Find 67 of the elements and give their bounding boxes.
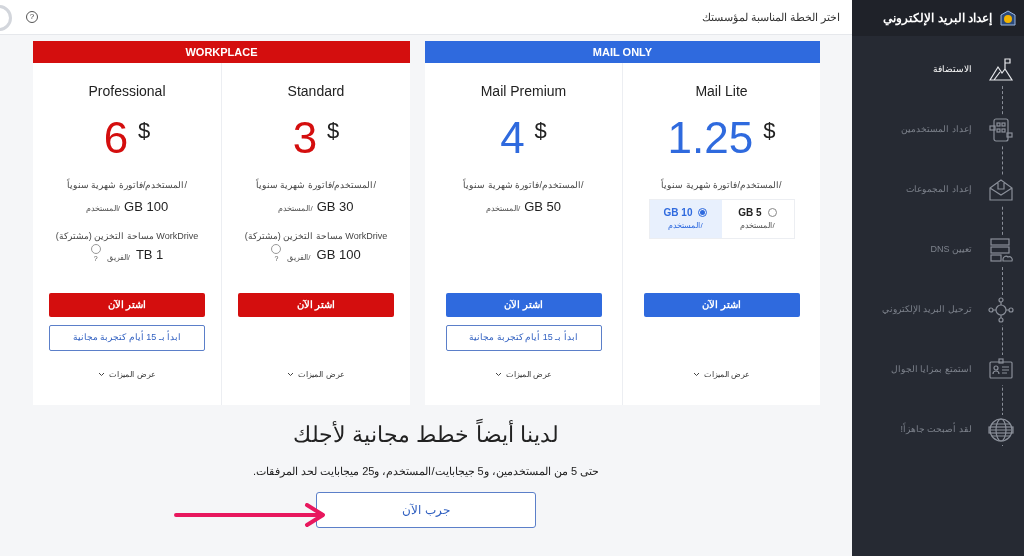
storage-value: GB 100 [316, 245, 361, 264]
buy-now-button[interactable]: اشتر الآن [643, 292, 800, 317]
free-trial-button[interactable]: ابدأ بـ 15 أيام كتجربة مجانية [49, 324, 205, 351]
buy-now-button[interactable]: اشتر الآن [238, 292, 394, 317]
mail-logo-icon [1000, 10, 1016, 26]
storage-value: GB 30 [316, 197, 354, 216]
billing-text: /المستخدم/فاتورة شهرية سنوياً [463, 179, 584, 192]
setup-step[interactable]: الاستضافة [933, 63, 972, 77]
setup-step[interactable]: إعداد المستخدمين [901, 123, 972, 137]
buy-now-button[interactable]: اشتر الآن [445, 292, 602, 317]
plan-name: Mail Premium [480, 82, 567, 101]
features-link[interactable]: عرض الميزات [505, 368, 553, 381]
chevron-down-icon [287, 372, 295, 377]
storage-unit: /المستخدم [278, 202, 313, 215]
free-trial-button[interactable]: ابدأ بـ 15 أيام كتجربة مجانية [445, 324, 602, 351]
features-link[interactable]: عرض الميزات [703, 368, 751, 381]
billing-text: /المستخدم/فاتورة شهرية سنوياً [67, 179, 187, 192]
price: 4 [500, 113, 525, 163]
billing-text: /المستخدم/فاتورة شهرية سنوياً [256, 179, 376, 192]
network-icon [988, 297, 1014, 323]
mountain-flag-icon [988, 57, 1014, 83]
storage-value: TB 1 [135, 245, 164, 264]
storage-unit: /الفريق [287, 252, 311, 264]
free-plans-heading: لدينا أيضاً خطط مجانية لأجلك [293, 418, 559, 451]
features-link[interactable]: عرض الميزات [298, 368, 345, 381]
setup-step[interactable]: تعيين DNS [930, 243, 972, 257]
storage-unit: /المستخدم [85, 202, 121, 215]
buy-now-button[interactable]: اشتر الآن [49, 292, 205, 317]
free-plans-text: حتى 5 من المستخدمين، و5 جيجابايت/المستخدم، و25 ميجابايت لحد المرفقات. [252, 464, 600, 480]
try-now-button[interactable]: جرب الآن [316, 491, 536, 528]
storage-value: GB 50 [524, 197, 562, 216]
option-value: GB 10 [663, 206, 693, 220]
plan-name: Standard [287, 82, 345, 101]
storage-value: GB 100 [124, 197, 169, 216]
features-link[interactable]: عرض الميزات [109, 368, 156, 381]
currency: $ [138, 117, 151, 145]
page-title: اختر الخطة المناسبة لمؤسستك [701, 9, 840, 26]
setup-step[interactable]: استمتع بمزايا الجوال [891, 363, 972, 377]
price: 6 [103, 113, 129, 163]
chevron-down-icon [98, 372, 106, 377]
option-unit: /المستخدم [668, 220, 703, 232]
option-value: GB 5 [738, 206, 762, 220]
plan-group-header: MAIL ONLY [425, 41, 820, 63]
setup-step[interactable]: لقد أصبحت جاهزاً! [900, 423, 972, 437]
plan-group-header: WORKPLACE [33, 41, 410, 63]
workdrive-label: WorkDrive مساحة التخزين (مشتركة) [244, 230, 388, 244]
globe-icon [988, 417, 1014, 443]
currency: $ [327, 117, 340, 145]
billing-text: /المستخدم/فاتورة شهرية سنوياً [661, 179, 782, 192]
setup-step[interactable]: ترحيل البريد الإلكتروني [882, 303, 972, 317]
chevron-down-icon [692, 372, 700, 377]
plan-name: Mail Lite [695, 82, 748, 101]
option-unit: /المستخدم [740, 220, 775, 232]
sidebar-title: إعداد البريد الإلكتروني [883, 10, 992, 27]
price: 1.25 [667, 113, 754, 163]
setup-step[interactable]: إعداد المجموعات [906, 183, 972, 197]
workdrive-label: WorkDrive مساحة التخزين (مشتركة) [55, 230, 199, 244]
currency: $ [763, 117, 776, 145]
envelope-icon [988, 177, 1014, 203]
chevron-down-icon [494, 372, 502, 377]
storage-unit: /الفريق [106, 252, 130, 264]
server-icon [988, 237, 1014, 263]
storage-unit: /المستخدم [485, 202, 521, 215]
price: 3 [292, 113, 318, 163]
plan-name: Professional [88, 82, 166, 101]
currency: $ [534, 117, 547, 145]
building-icon [988, 117, 1014, 143]
